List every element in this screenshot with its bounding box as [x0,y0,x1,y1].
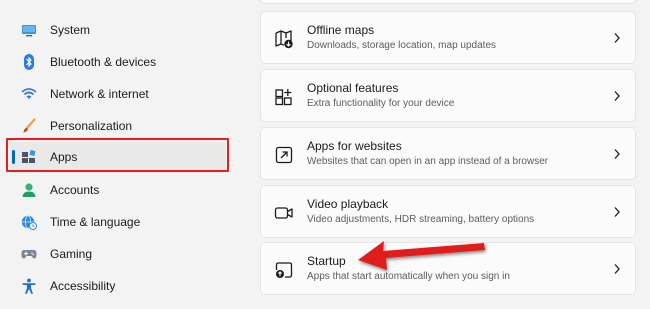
brush-icon [21,118,37,134]
card-description: Downloads, storage location, map updates [307,40,497,51]
sidebar-item-bluetooth[interactable]: Bluetooth & devices [10,47,226,77]
card-video-playback[interactable]: Video playback Video adjustments, HDR st… [260,185,636,238]
chevron-right-icon [614,264,620,274]
card-description: Extra functionality for your device [307,98,455,109]
open-external-icon [275,146,293,164]
card-optional-features[interactable]: Optional features Extra functionality fo… [260,69,636,122]
person-icon [21,182,37,198]
chevron-right-icon [614,149,620,159]
card-title: Video playback [307,197,389,211]
globe-clock-icon [21,214,37,230]
sidebar-item-label: Personalization [50,119,133,133]
map-download-icon [275,30,293,49]
sidebar-item-label: System [50,23,91,37]
startup-icon [275,262,293,278]
card-title: Startup [307,254,346,268]
sidebar-item-gaming[interactable]: Gaming [10,239,226,269]
sidebar-item-label: Bluetooth & devices [50,55,157,69]
gamepad-icon [21,246,37,262]
grid-add-icon [275,89,292,106]
sidebar-item-accessibility[interactable]: Accessibility [10,271,226,301]
sidebar-item-system[interactable]: System [10,15,226,45]
card-offline-maps[interactable]: Offline maps Downloads, storage location… [260,11,636,64]
sidebar-item-personalization[interactable]: Personalization [10,111,226,141]
sidebar-item-network[interactable]: Network & internet [10,79,226,109]
card-description: Apps that start automatically when you s… [307,271,510,282]
card-apps-for-websites[interactable]: Apps for websites Websites that can open… [260,127,636,180]
chevron-right-icon [614,33,620,43]
chevron-right-icon [614,91,620,101]
settings-sidebar: System Bluetooth & devices Network & int… [0,0,240,309]
accessibility-icon [21,278,37,294]
wifi-icon [21,86,37,102]
card-title: Apps for websites [307,139,402,153]
video-camera-icon [274,207,293,219]
sidebar-item-accounts[interactable]: Accounts [10,175,226,205]
sidebar-item-label: Gaming [50,247,93,261]
system-monitor-icon [21,22,37,38]
sidebar-item-time-language[interactable]: Time & language [10,207,226,237]
sidebar-item-label: Time & language [50,215,141,229]
chevron-right-icon [614,207,620,217]
bluetooth-icon [21,54,37,70]
sidebar-item-label: Accounts [50,183,100,197]
card-startup[interactable]: Startup Apps that start automatically wh… [260,242,636,295]
card-title: Offline maps [307,23,375,37]
card-description: Websites that can open in an app instead… [307,156,549,167]
previous-card-edge [260,0,636,4]
card-description: Video adjustments, HDR streaming, batter… [307,214,535,225]
card-title: Optional features [307,81,399,95]
sidebar-item-label: Network & internet [50,87,149,101]
sidebar-item-label: Accessibility [50,279,116,293]
apps-annotation-box [6,138,229,172]
